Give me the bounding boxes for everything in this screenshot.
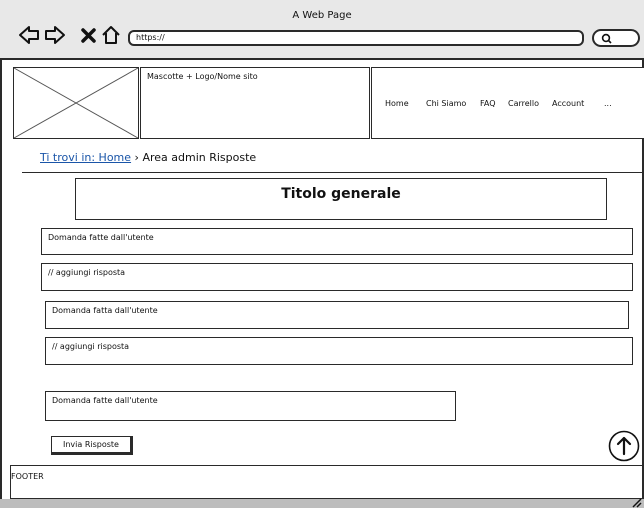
menu-item-chi-siamo[interactable]: Chi Siamo — [426, 99, 466, 108]
menu-item-account[interactable]: Account — [552, 99, 584, 108]
url-text: https:// — [136, 33, 165, 42]
search-icon — [601, 33, 612, 44]
status-bar — [0, 499, 644, 508]
close-icon[interactable] — [78, 24, 100, 46]
submit-answers-button[interactable]: Invia Risposte — [51, 436, 133, 455]
logo-text-box: Mascotte + Logo/Nome sito — [140, 67, 370, 139]
url-bar[interactable]: https:// — [128, 30, 584, 46]
resize-handle-icon[interactable] — [630, 496, 642, 508]
search-button[interactable] — [592, 29, 640, 47]
breadcrumb-current: Area admin Risposte — [142, 151, 257, 164]
breadcrumb: Ti trovi in: Home › Area admin Risposte — [40, 151, 256, 164]
menu-item-more[interactable]: ... — [604, 99, 612, 108]
divider — [22, 172, 644, 173]
question-field-1[interactable]: Domanda fatte dall'utente — [41, 228, 633, 255]
question-text-1: Domanda fatte dall'utente — [48, 233, 154, 242]
question-field-2[interactable]: Domanda fatta dall'utente — [45, 301, 629, 329]
image-placeholder-icon — [13, 67, 139, 139]
menu-item-carrello[interactable]: Carrello — [508, 99, 539, 108]
main-menu: Home Chi Siamo FAQ Carrello Account ... — [371, 67, 644, 139]
breadcrumb-separator: › — [134, 151, 139, 164]
answer-placeholder-2: // aggiungi risposta — [52, 342, 130, 351]
page-title: Titolo generale — [75, 178, 607, 220]
answer-placeholder-1: // aggiungi risposta — [48, 268, 126, 277]
home-icon[interactable] — [100, 24, 122, 46]
question-text-2: Domanda fatta dall'utente — [52, 306, 158, 315]
page-title-text: Titolo generale — [281, 186, 401, 202]
answer-field-1[interactable]: // aggiungi risposta — [41, 263, 633, 291]
back-arrow-icon[interactable] — [18, 24, 40, 46]
breadcrumb-home-link[interactable]: Ti trovi in: Home — [40, 151, 131, 164]
menu-item-faq[interactable]: FAQ — [480, 99, 496, 108]
question-field-3[interactable]: Domanda fatte dall'utente — [45, 391, 456, 421]
forward-arrow-icon[interactable] — [44, 24, 66, 46]
logo-text: Mascotte + Logo/Nome sito — [147, 72, 258, 81]
logo-image-placeholder — [13, 67, 139, 139]
footer: FOOTER — [10, 465, 644, 499]
answer-field-2[interactable]: // aggiungi risposta — [45, 337, 633, 365]
window-title: A Web Page — [292, 10, 352, 21]
menu-item-home[interactable]: Home — [385, 99, 409, 108]
question-text-3: Domanda fatte dall'utente — [52, 396, 158, 405]
footer-label: FOOTER — [11, 472, 44, 481]
scroll-to-top-icon[interactable] — [608, 430, 640, 462]
